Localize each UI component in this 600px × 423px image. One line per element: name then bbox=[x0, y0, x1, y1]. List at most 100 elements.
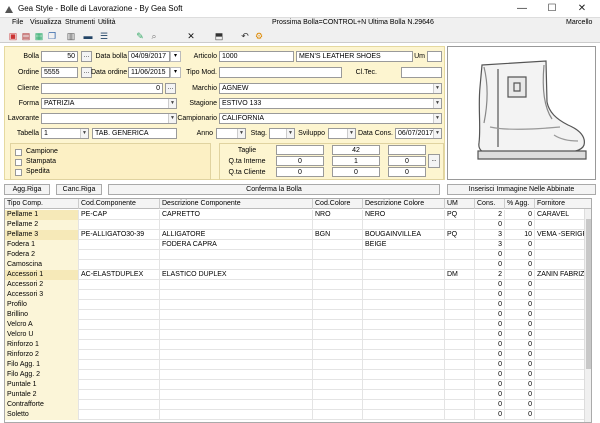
cell-cons[interactable]: 3 bbox=[475, 240, 505, 250]
qta-interne-1[interactable]: 0 bbox=[276, 156, 324, 166]
data-bolla-dropdown[interactable]: ▾ bbox=[170, 51, 181, 62]
cell-perc-agg[interactable]: 0 bbox=[505, 400, 535, 410]
vertical-scrollbar[interactable] bbox=[584, 209, 591, 422]
forma-select[interactable]: PATRIZIA ▼ bbox=[41, 98, 177, 109]
cell-cons[interactable]: 0 bbox=[475, 390, 505, 400]
table-row[interactable]: Pellame 2 00 bbox=[5, 220, 591, 230]
grid-icon[interactable]: ▥ bbox=[66, 31, 76, 41]
cell-cons[interactable]: 0 bbox=[475, 370, 505, 380]
taglia-2[interactable]: 42 bbox=[332, 145, 380, 155]
table-row[interactable]: Profilo 0 0 bbox=[5, 300, 591, 310]
table-row[interactable]: Brillino 0 0 bbox=[5, 310, 591, 320]
header-fornitore[interactable]: Fornitore bbox=[535, 199, 591, 209]
cell-cod-componente[interactable] bbox=[79, 350, 160, 360]
cell-descrizione-colore[interactable] bbox=[363, 260, 445, 270]
cell-descrizione-componente[interactable] bbox=[160, 380, 313, 390]
spedita-checkbox[interactable] bbox=[15, 169, 22, 176]
save-icon[interactable]: ▬ bbox=[83, 31, 93, 41]
cell-descrizione-componente[interactable]: ELASTICO DUPLEX bbox=[160, 270, 313, 280]
cell-perc-agg[interactable]: 0 bbox=[505, 350, 535, 360]
cell-tipo-comp[interactable]: Pellame 1 bbox=[5, 210, 79, 220]
lavorante-select[interactable]: ▼ bbox=[41, 113, 177, 124]
cell-descrizione-componente[interactable] bbox=[160, 320, 313, 330]
table-row[interactable]: Rinforzo 2 00 bbox=[5, 350, 591, 360]
cell-cons[interactable]: 0 bbox=[475, 320, 505, 330]
cell-perc-agg[interactable]: 0 bbox=[505, 280, 535, 290]
cell-descrizione-colore[interactable] bbox=[363, 400, 445, 410]
header-perc-agg[interactable]: % Agg. bbox=[505, 199, 535, 209]
table-row[interactable]: Contrafforte 0 0 bbox=[5, 400, 591, 410]
cell-cod-colore[interactable] bbox=[313, 300, 363, 310]
cell-cod-componente[interactable] bbox=[79, 340, 160, 350]
cell-cod-colore[interactable] bbox=[313, 330, 363, 340]
cell-perc-agg[interactable]: 0 bbox=[505, 330, 535, 340]
cell-um[interactable] bbox=[445, 290, 475, 300]
anno-select[interactable]: ▼ bbox=[216, 128, 246, 139]
delete-row-button[interactable]: Canc.Riga bbox=[56, 184, 102, 195]
cell-um[interactable] bbox=[445, 360, 475, 370]
menu-strumenti[interactable]: Strumenti bbox=[65, 19, 95, 26]
cell-um[interactable] bbox=[445, 400, 475, 410]
cell-tipo-comp[interactable]: Camoscina bbox=[5, 260, 79, 270]
cell-tipo-comp[interactable]: Pellame 2 bbox=[5, 220, 79, 230]
cell-descrizione-componente[interactable] bbox=[160, 400, 313, 410]
cell-cons[interactable]: 0 bbox=[475, 300, 505, 310]
header-tipo-comp[interactable]: Tipo Comp. bbox=[5, 199, 79, 209]
cell-cod-colore[interactable] bbox=[313, 250, 363, 260]
cell-perc-agg[interactable]: 0 bbox=[505, 300, 535, 310]
header-cod-componente[interactable]: Cod.Componente bbox=[79, 199, 160, 209]
cell-cod-colore[interactable] bbox=[313, 350, 363, 360]
cell-tipo-comp[interactable]: Contrafforte bbox=[5, 400, 79, 410]
cell-cod-componente[interactable] bbox=[79, 380, 160, 390]
cell-perc-agg[interactable]: 0 bbox=[505, 380, 535, 390]
marchio-select[interactable]: AGNEW ▼ bbox=[219, 83, 442, 94]
cell-descrizione-colore[interactable] bbox=[363, 270, 445, 280]
cell-perc-agg[interactable]: 0 bbox=[505, 220, 535, 230]
cell-cod-componente[interactable] bbox=[79, 280, 160, 290]
table-row[interactable]: Velcro U 00 bbox=[5, 330, 591, 340]
cell-cod-colore[interactable] bbox=[313, 290, 363, 300]
menu-file[interactable]: File bbox=[12, 19, 23, 26]
cell-perc-agg[interactable]: 0 bbox=[505, 370, 535, 380]
cell-cons[interactable]: 0 bbox=[475, 410, 505, 420]
cell-cod-colore[interactable] bbox=[313, 340, 363, 350]
cell-um[interactable]: PQ bbox=[445, 230, 475, 240]
export-icon[interactable]: ▦ bbox=[34, 31, 44, 41]
cell-descrizione-componente[interactable] bbox=[160, 370, 313, 380]
table-row[interactable]: Velcro A 00 bbox=[5, 320, 591, 330]
cell-um[interactable] bbox=[445, 300, 475, 310]
cell-cod-componente[interactable] bbox=[79, 390, 160, 400]
campione-checkbox[interactable] bbox=[15, 149, 22, 156]
cell-descrizione-colore[interactable] bbox=[363, 390, 445, 400]
cell-descrizione-componente[interactable] bbox=[160, 300, 313, 310]
cell-um[interactable] bbox=[445, 340, 475, 350]
cell-cod-componente[interactable] bbox=[79, 250, 160, 260]
header-um[interactable]: UM bbox=[445, 199, 475, 209]
bolla-input[interactable]: 50 bbox=[41, 51, 78, 62]
maximize-button[interactable]: ☐ bbox=[538, 2, 566, 16]
cell-descrizione-componente[interactable]: ALLIGATORE bbox=[160, 230, 313, 240]
cell-tipo-comp[interactable]: Pellame 3 bbox=[5, 230, 79, 240]
cell-cons[interactable]: 0 bbox=[475, 340, 505, 350]
cell-cons[interactable]: 0 bbox=[475, 290, 505, 300]
cell-tipo-comp[interactable]: Rinforzo 2 bbox=[5, 350, 79, 360]
cell-cod-colore[interactable] bbox=[313, 400, 363, 410]
table-row[interactable]: Puntale 1 00 bbox=[5, 380, 591, 390]
cell-descrizione-colore[interactable] bbox=[363, 370, 445, 380]
table-row[interactable]: Fodera 1 FODERA CAPRA BEIGE 3 0 bbox=[5, 240, 591, 250]
cell-descrizione-componente[interactable] bbox=[160, 410, 313, 420]
cell-descrizione-componente[interactable] bbox=[160, 290, 313, 300]
cell-tipo-comp[interactable]: Brillino bbox=[5, 310, 79, 320]
campionario-select[interactable]: CALIFORNIA ▼ bbox=[219, 113, 442, 124]
cell-cod-componente[interactable] bbox=[79, 410, 160, 420]
cell-descrizione-colore[interactable] bbox=[363, 300, 445, 310]
ordine-input[interactable]: 5555 bbox=[41, 67, 78, 78]
cell-descrizione-colore[interactable] bbox=[363, 360, 445, 370]
cell-um[interactable] bbox=[445, 330, 475, 340]
table-row[interactable]: Pellame 1 PE-CAP CAPRETTO NRO NERO PQ 2 0 CARAVE… bbox=[5, 210, 591, 220]
table-row[interactable]: Camoscina 0 0 bbox=[5, 260, 591, 270]
stag-select[interactable]: ▼ bbox=[269, 128, 295, 139]
cell-tipo-comp[interactable]: Filo Agg. 1 bbox=[5, 360, 79, 370]
cell-cod-colore[interactable] bbox=[313, 260, 363, 270]
cell-cons[interactable]: 3 bbox=[475, 230, 505, 240]
